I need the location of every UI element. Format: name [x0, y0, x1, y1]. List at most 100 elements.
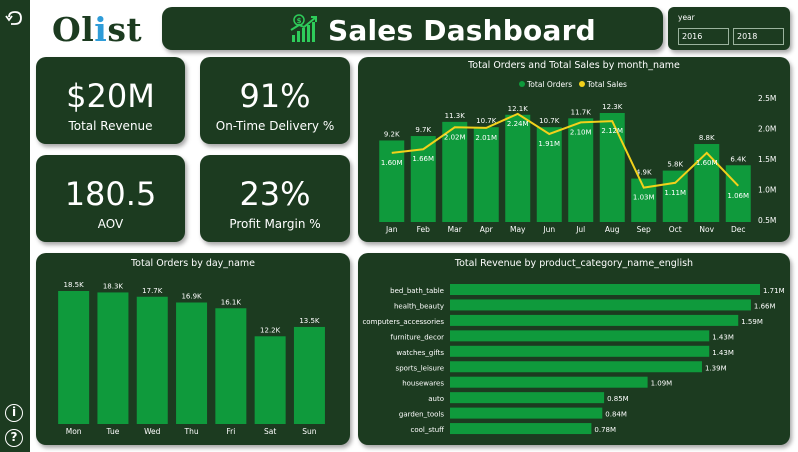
x-tick-label: Nov — [699, 225, 714, 234]
x-tick-label: Thu — [184, 427, 199, 436]
category-chart-panel: Total Revenue by product_category_name_e… — [358, 253, 790, 445]
left-nav-bar: i ? — [0, 0, 30, 452]
bar-data-label: 1.43M — [712, 333, 734, 341]
x-tick-label: Dec — [731, 225, 746, 234]
bar-data-label: 0.78M — [594, 426, 616, 434]
olist-logo: Olist — [52, 10, 142, 49]
x-tick-label: Mon — [66, 427, 82, 436]
y2-tick-label: 0.5M — [758, 216, 776, 225]
year-from-input[interactable]: 2016 — [678, 28, 729, 45]
bar-data-label: 18.5K — [64, 281, 85, 289]
bar-category-revenue — [450, 376, 648, 388]
x-tick-label: Sat — [264, 427, 276, 436]
year-slicer: year 2016 2018 — [668, 7, 790, 50]
x-tick-label: Jun — [542, 225, 555, 234]
bar-data-label: 1.43M — [712, 349, 734, 357]
y-tick-label: computers_accessories — [362, 318, 444, 326]
bar-data-label: 1.71M — [763, 287, 785, 295]
x-tick-label: Jul — [575, 225, 585, 234]
bar-day-orders — [254, 336, 286, 424]
legend-label: Total Sales — [586, 80, 627, 89]
bar-data-label: 8.8K — [699, 134, 715, 142]
bar-data-label: 0.85M — [607, 395, 629, 403]
y-tick-label: watches_gifts — [396, 349, 444, 357]
bar-category-revenue — [450, 407, 603, 419]
bar-data-label: 1.09M — [651, 380, 673, 388]
y2-tick-label: 1.0M — [758, 186, 776, 195]
x-tick-label: Sep — [637, 225, 651, 234]
legend-marker-orders — [519, 81, 525, 87]
svg-text:$: $ — [297, 17, 302, 25]
line-data-label: 1.60M — [381, 159, 403, 167]
legend-marker-sales — [579, 81, 585, 87]
bar-category-revenue — [450, 330, 710, 342]
line-data-label: 1.60M — [696, 159, 718, 167]
bar-data-label: 16.9K — [181, 293, 202, 301]
bar-day-orders — [97, 292, 129, 424]
slicer-label: year — [678, 13, 695, 22]
day-chart: 18.5K Mon 18.3K Tue 17.7K Wed 16.9K Thu 16.1K Fri… — [58, 281, 325, 436]
bar-data-label: 10.7K — [539, 117, 560, 125]
bar-category-revenue — [450, 361, 702, 373]
x-tick-label: Sun — [302, 427, 317, 436]
bar-data-label: 9.2K — [384, 130, 400, 138]
line-data-label: 1.11M — [664, 189, 686, 197]
x-tick-label: Apr — [480, 225, 494, 234]
kpi-card-on-time-delivery: 91% On-Time Delivery % — [200, 57, 350, 144]
bar-category-revenue — [450, 392, 605, 404]
bar-data-label: 11.7K — [571, 108, 592, 116]
x-tick-label: Jan — [385, 225, 398, 234]
kpi-card-total-revenue: $20M Total Revenue — [36, 57, 185, 144]
kpi-value: $20M — [66, 77, 155, 115]
x-tick-label: Feb — [417, 225, 431, 234]
bar-total-orders — [694, 144, 720, 222]
bar-day-orders — [215, 308, 247, 424]
x-tick-label: Oct — [669, 225, 682, 234]
legend-label: Total Orders — [526, 80, 572, 89]
y-tick-label: cool_stuff — [410, 426, 444, 434]
y-tick-label: bed_bath_table — [390, 287, 444, 295]
x-tick-label: Mar — [448, 225, 463, 234]
help-icon[interactable]: ? — [4, 428, 24, 448]
x-tick-label: Wed — [144, 427, 161, 436]
kpi-value: 91% — [239, 77, 311, 115]
x-tick-label: Fri — [226, 427, 235, 436]
bar-day-orders — [176, 302, 208, 424]
bar-total-orders — [505, 114, 531, 222]
y-tick-label: housewares — [402, 380, 444, 388]
month-chart-panel: Total Orders and Total Sales by month_na… — [358, 57, 790, 242]
bar-category-revenue — [450, 299, 751, 311]
bar-data-label: 0.84M — [605, 411, 627, 419]
bar-data-label: 9.7K — [415, 126, 431, 134]
x-tick-label: Aug — [605, 225, 620, 234]
kpi-label: On-Time Delivery % — [215, 119, 335, 133]
bar-data-label: 5.8K — [667, 161, 683, 169]
x-tick-label: Tue — [106, 427, 120, 436]
line-data-label: 1.66M — [412, 155, 434, 163]
year-to-input[interactable]: 2018 — [733, 28, 784, 45]
page-title: Sales Dashboard — [328, 14, 596, 47]
line-data-label: 2.12M — [601, 127, 623, 135]
bar-category-revenue — [450, 284, 760, 295]
bar-data-label: 11.3K — [445, 112, 466, 120]
back-arrow-icon[interactable] — [4, 8, 24, 28]
bar-data-label: 12.2K — [260, 326, 281, 334]
bar-category-revenue — [450, 314, 739, 326]
bar-data-label: 1.66M — [754, 302, 776, 310]
line-data-label: 1.06M — [727, 192, 749, 200]
logo-text-accent: i — [94, 10, 108, 49]
line-data-label: 1.91M — [538, 140, 560, 148]
y-tick-label: health_beauty — [394, 302, 444, 310]
bar-data-label: 1.39M — [705, 364, 727, 372]
y-tick-label: auto — [428, 395, 444, 403]
line-data-label: 2.24M — [507, 120, 529, 128]
header-banner: $ Sales Dashboard — [162, 7, 663, 50]
bar-day-orders — [293, 326, 325, 424]
info-icon[interactable]: i — [4, 403, 24, 423]
bar-category-revenue — [450, 423, 592, 435]
kpi-card-aov: 180.5 AOV — [36, 155, 185, 242]
bar-day-orders — [136, 296, 168, 424]
y-tick-label: garden_tools — [399, 411, 444, 419]
line-data-label: 2.01M — [475, 134, 497, 142]
growth-chart-money-icon: $ — [289, 13, 321, 45]
